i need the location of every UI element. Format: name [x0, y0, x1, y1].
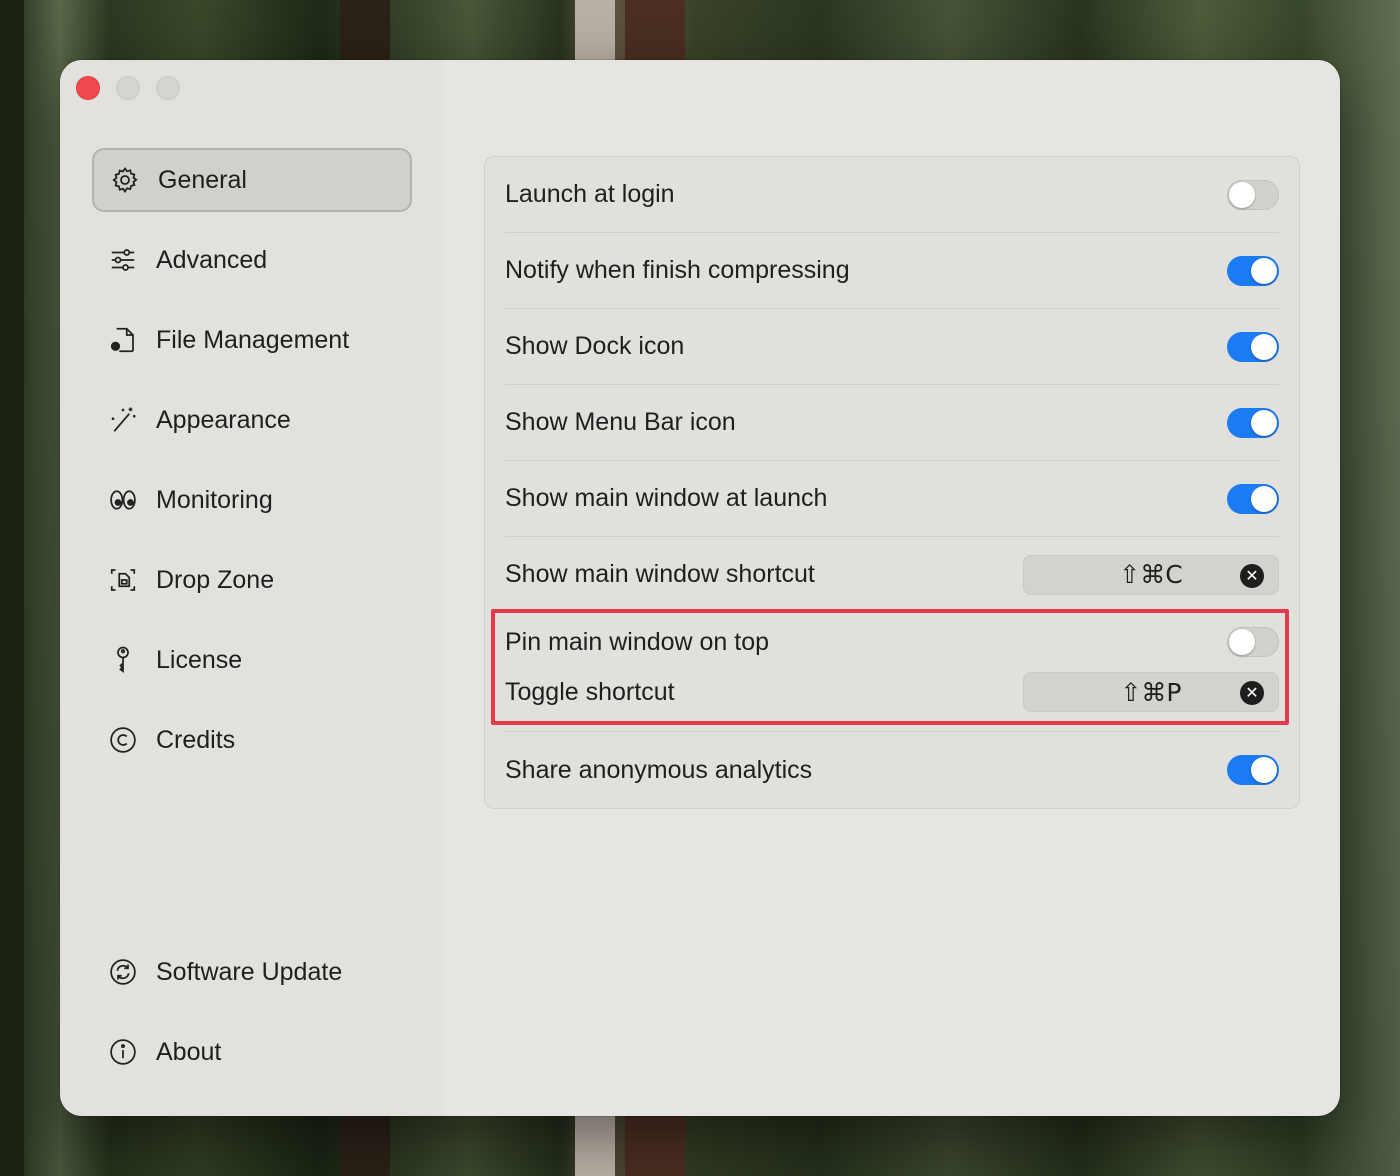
- sidebar-item-label: Appearance: [156, 405, 291, 434]
- sidebar-item-label: Advanced: [156, 245, 268, 274]
- setting-row-show-main-window-launch: Show main window at launch: [505, 461, 1279, 537]
- general-settings-content: Launch at login Notify when finish compr…: [484, 156, 1300, 809]
- sidebar-item-label: License: [156, 645, 243, 674]
- setting-row-show-dock-icon: Show Dock icon: [505, 309, 1279, 385]
- setting-row-main-window-shortcut: Show main window shortcut ⇧⌘C ✕: [505, 537, 1279, 613]
- pin-window-group: Pin main window on top Toggle shortcut ⇧…: [491, 609, 1289, 732]
- info-icon: [108, 1037, 138, 1067]
- setting-label: Notify when finish compressing: [505, 256, 850, 284]
- close-window-button[interactable]: [76, 76, 100, 100]
- show-dock-icon-toggle[interactable]: [1227, 331, 1279, 362]
- setting-label: Toggle shortcut: [505, 677, 675, 706]
- minimize-window-button[interactable]: [116, 76, 140, 100]
- document-gear-icon: [108, 325, 138, 355]
- setting-row-show-menu-bar-icon: Show Menu Bar icon: [505, 385, 1279, 461]
- sidebar-item-monitoring[interactable]: Monitoring: [92, 468, 412, 532]
- sidebar-item-credits[interactable]: Credits: [92, 708, 412, 772]
- setting-label: Share anonymous analytics: [505, 755, 813, 784]
- sidebar-item-label: Monitoring: [156, 485, 273, 514]
- setting-row-toggle-shortcut: Toggle shortcut ⇧⌘P ✕: [505, 667, 1279, 717]
- sidebar-item-label: General: [158, 165, 247, 194]
- setting-label: Pin main window on top: [505, 627, 770, 656]
- sidebar-item-general[interactable]: General: [92, 148, 412, 212]
- sidebar-item-label: Drop Zone: [156, 565, 275, 594]
- traffic-lights: [76, 76, 180, 100]
- copyright-icon: [108, 725, 138, 755]
- show-menu-bar-icon-toggle[interactable]: [1227, 407, 1279, 438]
- setting-row-pin-main-window: Pin main window on top: [505, 617, 1279, 667]
- eyes-icon: [108, 485, 138, 515]
- sidebar-bottom-nav: Software Update About: [92, 940, 412, 1100]
- pin-main-window-toggle[interactable]: [1227, 627, 1279, 657]
- sidebar-item-software-update[interactable]: Software Update: [92, 940, 412, 1004]
- sidebar-item-license[interactable]: License: [92, 628, 412, 692]
- sidebar-item-drop-zone[interactable]: Drop Zone: [92, 548, 412, 612]
- shortcut-keys: ⇧⌘C: [1119, 560, 1183, 589]
- sidebar-item-label: Credits: [156, 725, 236, 754]
- setting-row-launch-at-login: Launch at login: [505, 157, 1279, 233]
- sliders-icon: [108, 245, 138, 275]
- sidebar-item-appearance[interactable]: Appearance: [92, 388, 412, 452]
- sidebar-item-about[interactable]: About: [92, 1020, 412, 1084]
- zoom-window-button[interactable]: [156, 76, 180, 100]
- gear-icon: [110, 165, 140, 195]
- settings-panel: Launch at login Notify when finish compr…: [484, 156, 1300, 809]
- show-main-window-launch-toggle[interactable]: [1227, 483, 1279, 514]
- notify-finish-toggle[interactable]: [1227, 255, 1279, 286]
- magic-wand-icon: [108, 405, 138, 435]
- setting-label: Show Dock icon: [505, 332, 685, 360]
- setting-label: Launch at login: [505, 180, 675, 208]
- toggle-shortcut-recorder[interactable]: ⇧⌘P ✕: [1023, 672, 1279, 712]
- sidebar-item-label: File Management: [156, 325, 350, 354]
- drop-zone-icon: [108, 565, 138, 595]
- setting-label: Show Menu Bar icon: [505, 408, 736, 436]
- setting-label: Show main window shortcut: [505, 560, 815, 588]
- shortcut-keys: ⇧⌘P: [1120, 677, 1182, 707]
- launch-at-login-toggle[interactable]: [1227, 179, 1279, 210]
- wallpaper-tree: [0, 0, 24, 1176]
- refresh-icon: [108, 957, 138, 987]
- clear-shortcut-button[interactable]: ✕: [1240, 563, 1264, 588]
- sidebar: General Advanced File Management Appeara…: [60, 60, 444, 1116]
- sidebar-item-advanced[interactable]: Advanced: [92, 228, 412, 292]
- preferences-window: General Advanced File Management Appeara…: [60, 60, 1340, 1116]
- sidebar-item-label: Software Update: [156, 957, 343, 986]
- share-analytics-toggle[interactable]: [1227, 755, 1279, 785]
- sidebar-nav: General Advanced File Management Appeara…: [92, 148, 412, 788]
- main-window-shortcut-recorder[interactable]: ⇧⌘C ✕: [1023, 554, 1279, 595]
- sidebar-item-file-management[interactable]: File Management: [92, 308, 412, 372]
- sidebar-item-label: About: [156, 1037, 222, 1066]
- setting-label: Show main window at launch: [505, 484, 828, 512]
- key-icon: [108, 645, 138, 675]
- setting-row-share-analytics: Share anonymous analytics: [505, 732, 1279, 808]
- clear-shortcut-button[interactable]: ✕: [1240, 681, 1264, 705]
- setting-row-notify-finish: Notify when finish compressing: [505, 233, 1279, 309]
